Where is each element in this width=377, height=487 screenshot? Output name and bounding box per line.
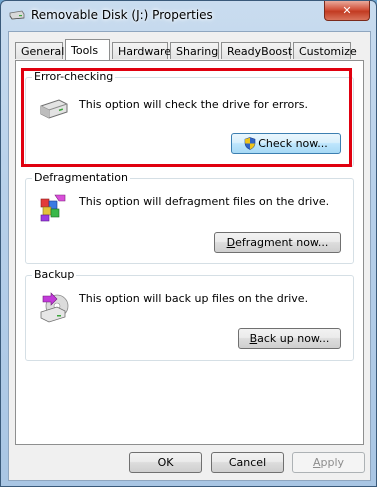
- tab-tools[interactable]: Tools: [65, 39, 110, 60]
- backup-description: This option will back up files on the dr…: [79, 292, 309, 305]
- back-up-now-button[interactable]: Back up now...: [238, 328, 341, 349]
- back-up-now-label: ack up now...: [257, 332, 330, 345]
- defragmentation-description: This option will defragment files on the…: [79, 195, 330, 208]
- apply-button[interactable]: Apply: [292, 452, 365, 473]
- defragment-now-button[interactable]: Defragment now...: [214, 232, 341, 253]
- error-checking-description: This option will check the drive for err…: [79, 98, 308, 111]
- backup-group: Backup This option will back up files on…: [25, 268, 354, 361]
- defragmentation-title: Defragmentation: [32, 171, 130, 184]
- tab-readyboost[interactable]: ReadyBoost: [221, 42, 292, 59]
- tab-strip: General Tools Hardware Sharing ReadyBoos…: [15, 39, 365, 61]
- dialog-client-area: General Tools Hardware Sharing ReadyBoos…: [8, 31, 371, 481]
- tab-general[interactable]: General: [15, 42, 64, 59]
- defragment-icon: [40, 194, 66, 222]
- tab-sharing[interactable]: Sharing: [170, 42, 219, 59]
- backup-title: Backup: [32, 268, 77, 281]
- backup-icon: [40, 292, 69, 323]
- window-title: Removable Disk (J:) Properties: [31, 8, 213, 22]
- cancel-button[interactable]: Cancel: [211, 452, 284, 473]
- tab-customize[interactable]: Customize: [293, 42, 357, 59]
- defragment-now-label: efragment now...: [235, 236, 329, 249]
- title-bar[interactable]: Removable Disk (J:) Properties ✕: [1, 1, 376, 31]
- properties-window: Removable Disk (J:) Properties ✕ General…: [0, 0, 377, 487]
- back-up-now-accel: B: [249, 332, 258, 345]
- drive-icon: [40, 99, 68, 119]
- close-button[interactable]: ✕: [324, 1, 370, 21]
- apply-label: pply: [320, 456, 345, 469]
- apply-accel: A: [312, 456, 321, 469]
- uac-shield-icon: [244, 137, 256, 150]
- defragment-now-accel: D: [226, 236, 236, 249]
- close-icon: ✕: [342, 4, 352, 17]
- tab-hardware[interactable]: Hardware: [112, 42, 171, 59]
- tools-tab-panel: Error-checking This option will check th…: [15, 60, 364, 445]
- ok-button[interactable]: OK: [129, 452, 202, 473]
- error-checking-title: Error-checking: [32, 70, 116, 83]
- removable-disk-icon: [9, 10, 25, 20]
- check-now-label: Check now...: [258, 137, 328, 150]
- defragmentation-group: Defragmentation This option will defragm…: [25, 171, 354, 264]
- check-now-button[interactable]: Check now...: [231, 133, 341, 154]
- error-checking-group: Error-checking This option will check th…: [25, 70, 354, 167]
